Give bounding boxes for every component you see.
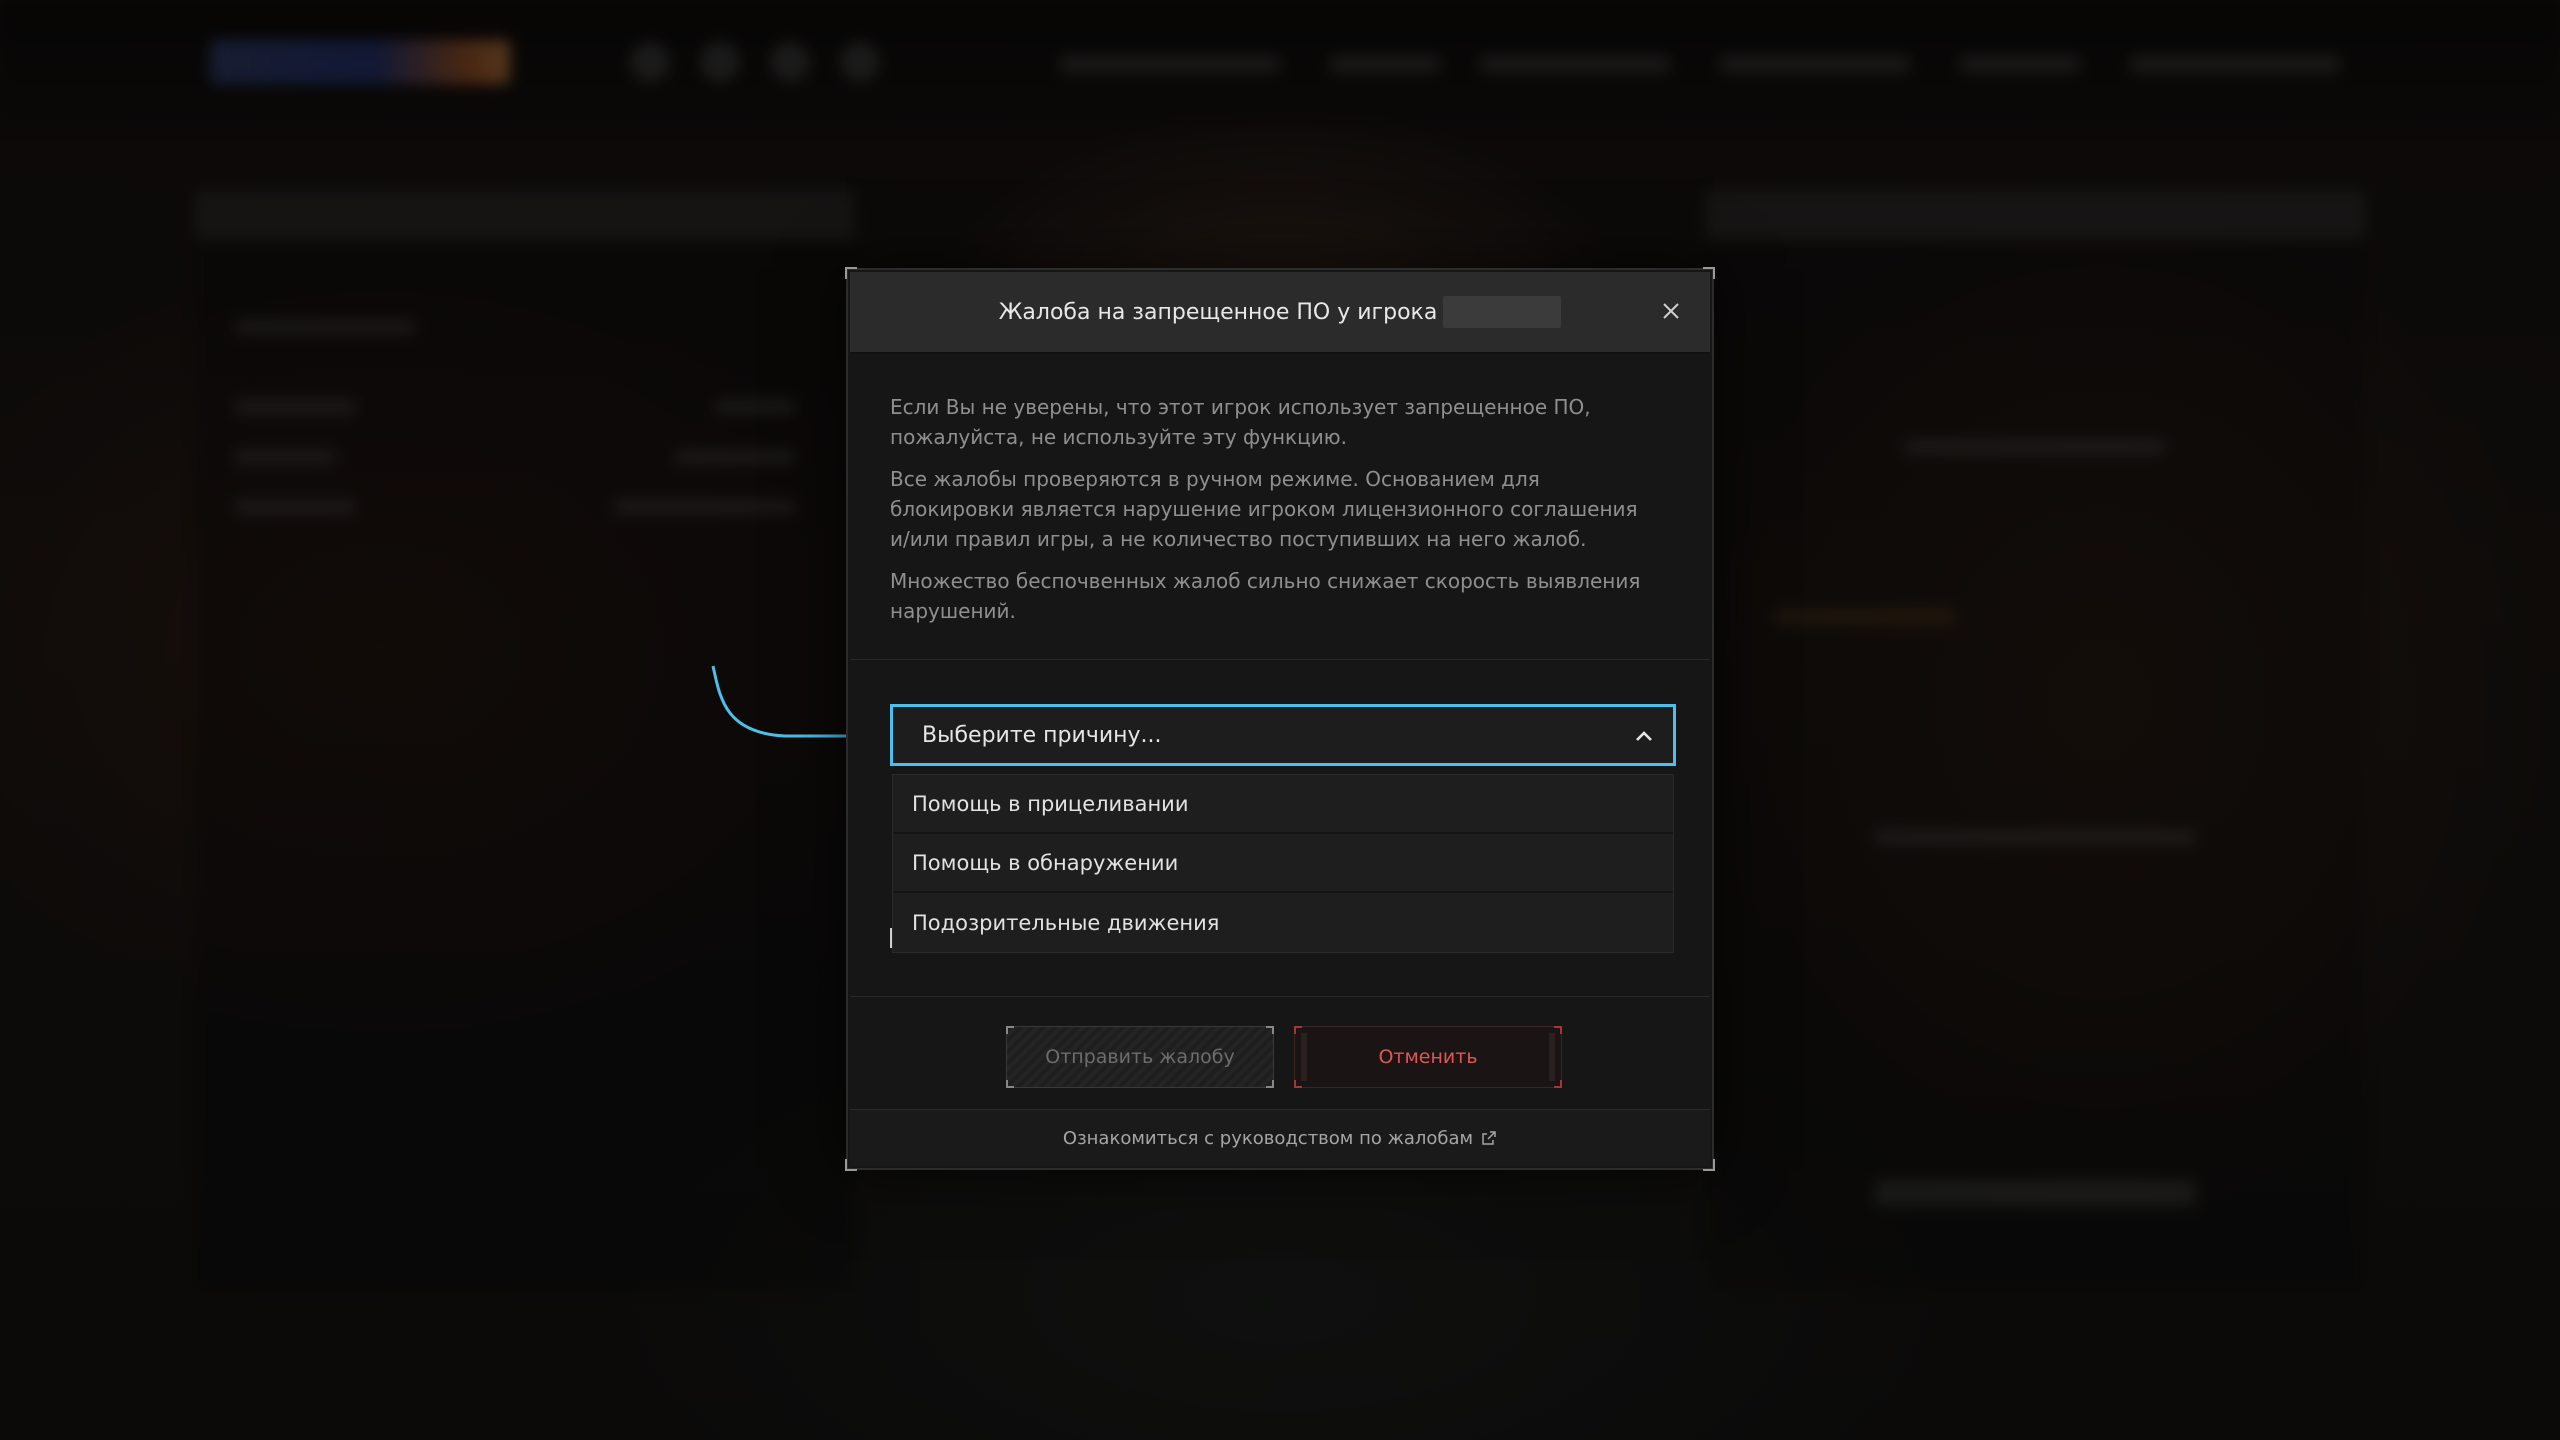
dialog-title: Жалоба на запрещенное ПО у игрока <box>998 299 1438 325</box>
submit-report-button[interactable]: Отправить жалобу <box>1006 1026 1274 1088</box>
player-name-redacted <box>1443 296 1562 328</box>
cancel-button[interactable]: Отменить <box>1294 1026 1562 1088</box>
dialog-description: Если Вы не уверены, что этот игрок испол… <box>890 392 1650 638</box>
close-icon <box>1663 303 1679 319</box>
submit-report-label: Отправить жалобу <box>1045 1046 1235 1068</box>
divider <box>850 659 1710 660</box>
dialog-title-wrap: Жалоба на запрещенное ПО у игрока <box>999 296 1562 328</box>
screen: Жалоба на запрещенное ПО у игрока Если В… <box>0 0 2560 1440</box>
reason-select-placeholder: Выберите причину... <box>922 722 1162 748</box>
description-paragraph: Все жалобы проверяются в ручном режиме. … <box>890 467 1638 551</box>
reason-dropdown: Помощь в прицеливании Помощь в обнаружен… <box>892 774 1674 953</box>
report-guide-link[interactable]: Ознакомиться с руководством по жалобам <box>1063 1128 1473 1149</box>
reason-option-aim-assist[interactable]: Помощь в прицеливании <box>893 775 1673 834</box>
external-link-icon[interactable] <box>1481 1130 1497 1146</box>
report-dialog: Жалоба на запрещенное ПО у игрока Если В… <box>845 267 1715 1171</box>
reason-option-suspicious-movement[interactable]: Подозрительные движения <box>893 893 1673 952</box>
dialog-header: Жалоба на запрещенное ПО у игрока <box>850 272 1710 354</box>
reason-select[interactable]: Выберите причину... <box>890 704 1676 766</box>
description-paragraph: Множество беспочвенных жалоб сильно сниж… <box>890 569 1641 623</box>
reason-option-detection-assist[interactable]: Помощь в обнаружении <box>893 834 1673 893</box>
description-paragraph: Если Вы не уверены, что этот игрок испол… <box>890 395 1591 449</box>
chevron-up-icon <box>1636 731 1652 741</box>
divider <box>850 996 1710 997</box>
dialog-footer: Ознакомиться с руководством по жалобам <box>850 1109 1710 1166</box>
dialog-actions: Отправить жалобу Отменить <box>848 1026 1712 1088</box>
cancel-label: Отменить <box>1378 1046 1478 1068</box>
close-button[interactable] <box>1654 294 1688 328</box>
